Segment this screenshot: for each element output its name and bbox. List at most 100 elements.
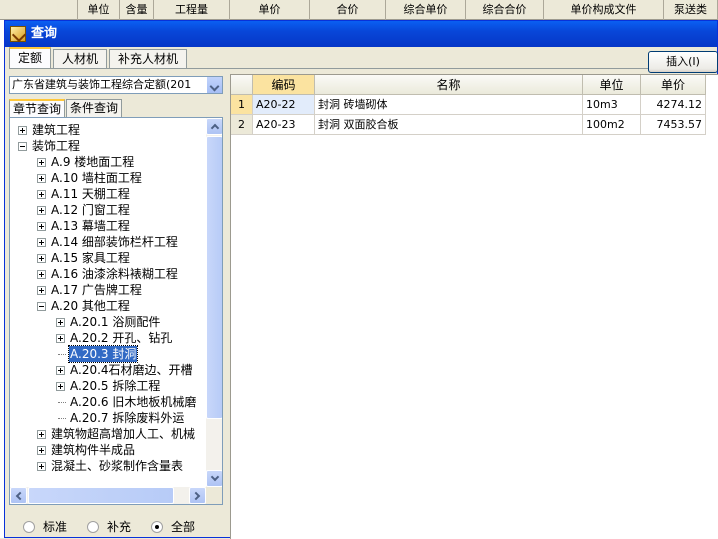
scroll-up-icon[interactable] <box>206 118 222 135</box>
tree-node-label[interactable]: A.20.3 封洞 <box>67 345 139 363</box>
tree-node-label[interactable]: A.17 广告牌工程 <box>50 282 143 298</box>
expand-icon[interactable] <box>37 430 46 439</box>
chevron-down-icon[interactable] <box>206 77 222 93</box>
tree-node-label[interactable]: A.11 天棚工程 <box>50 186 131 202</box>
expand-icon[interactable] <box>37 174 46 183</box>
quota-results-grid: 编码 名称 单位 单价 1 A20-22 封洞 砖墙砌体 10m3 4274.1… <box>230 74 718 539</box>
tree-node-label[interactable]: A.15 家具工程 <box>50 250 131 266</box>
tree-node[interactable]: A.11 天棚工程 <box>10 186 206 202</box>
tree-node[interactable]: A.20.1 浴厕配件 <box>10 314 206 330</box>
tree-node[interactable]: A.15 家具工程 <box>10 250 206 266</box>
tree-node-label[interactable]: 建筑物超高增加人工、机械 <box>50 426 196 442</box>
radio-standard-circle[interactable] <box>23 521 35 533</box>
cell-unit[interactable]: 10m3 <box>583 95 641 115</box>
tab-chapter-query[interactable]: 章节查询 <box>9 99 66 117</box>
expand-icon[interactable] <box>56 382 65 391</box>
tree-node-label[interactable]: A.16 油漆涂料裱糊工程 <box>50 266 179 282</box>
tree-node-label[interactable]: A.20.1 浴厕配件 <box>69 314 161 330</box>
expand-icon[interactable] <box>18 126 27 135</box>
collapse-icon[interactable] <box>18 142 27 151</box>
vertical-scroll-thumb[interactable] <box>206 136 222 419</box>
expand-icon[interactable] <box>37 462 46 471</box>
tree-node[interactable]: A.14 细部装饰栏杆工程 <box>10 234 206 250</box>
col-header-name[interactable]: 名称 <box>315 75 583 95</box>
expand-icon[interactable] <box>56 334 65 343</box>
tree-node[interactable]: A.17 广告牌工程 <box>10 282 206 298</box>
expand-icon[interactable] <box>56 318 65 327</box>
cell-code[interactable]: A20-23 <box>253 115 315 135</box>
tree-node[interactable]: A.12 门窗工程 <box>10 202 206 218</box>
horizontal-scroll-thumb[interactable] <box>28 487 174 504</box>
expand-icon[interactable] <box>37 190 46 199</box>
cell-price[interactable]: 7453.57 <box>641 115 706 135</box>
tree-node[interactable]: A.20.7 拆除废料外运 <box>10 410 206 426</box>
tree-node[interactable]: A.10 墙柱面工程 <box>10 170 206 186</box>
expand-icon[interactable] <box>37 222 46 231</box>
col-header-code[interactable]: 编码 <box>253 75 315 95</box>
cell-name[interactable]: 封洞 双面胶合板 <box>315 115 583 135</box>
tree-node[interactable]: A.20 其他工程 <box>10 298 206 314</box>
expand-icon[interactable] <box>37 206 46 215</box>
table-row[interactable]: 2 A20-23 封洞 双面胶合板 100m2 7453.57 <box>231 115 706 135</box>
tree-node-label[interactable]: A.9 楼地面工程 <box>50 154 135 170</box>
collapse-icon[interactable] <box>37 302 46 311</box>
tree-node[interactable]: A.13 幕墙工程 <box>10 218 206 234</box>
tree-node-label[interactable]: A.20 其他工程 <box>50 298 131 314</box>
cell-unit[interactable]: 100m2 <box>583 115 641 135</box>
tree-node-label[interactable]: 混凝土、砂浆制作含量表 <box>50 458 184 474</box>
tree-node-label[interactable]: A.13 幕墙工程 <box>50 218 131 234</box>
tree-node-label[interactable]: 建筑工程 <box>31 122 81 138</box>
tree-node[interactable]: A.16 油漆涂料裱糊工程 <box>10 266 206 282</box>
insert-button[interactable]: 插入(I) <box>648 51 718 73</box>
tree-node[interactable]: A.9 楼地面工程 <box>10 154 206 170</box>
tree-node-label[interactable]: A.20.7 拆除废料外运 <box>69 410 185 426</box>
radio-supplementary-circle[interactable] <box>87 521 99 533</box>
tree-node-label[interactable]: A.10 墙柱面工程 <box>50 170 143 186</box>
tree-node-label[interactable]: 装饰工程 <box>31 138 81 154</box>
cell-code[interactable]: A20-22 <box>253 95 315 115</box>
tree-node[interactable]: A.20.3 封洞 <box>10 345 206 363</box>
dialog-titlebar[interactable]: 查询 <box>5 21 717 47</box>
tree-node-label[interactable]: A.14 细部装饰栏杆工程 <box>50 234 179 250</box>
tree-node[interactable]: A.20.5 拆除工程 <box>10 378 206 394</box>
tree-node[interactable]: A.20.6 旧木地板机械磨 <box>10 394 206 410</box>
table-row[interactable]: 1 A20-22 封洞 砖墙砌体 10m3 4274.12 <box>231 95 706 115</box>
expand-icon[interactable] <box>37 158 46 167</box>
tree-node-label[interactable]: A.20.2 开孔、钻孔 <box>69 330 173 346</box>
tree-node[interactable]: 建筑构件半成品 <box>10 442 206 458</box>
scroll-right-icon[interactable] <box>189 487 206 504</box>
expand-icon[interactable] <box>37 254 46 263</box>
radio-all-circle[interactable] <box>151 521 163 533</box>
tree-node[interactable]: 装饰工程 <box>10 138 206 154</box>
expand-icon[interactable] <box>37 238 46 247</box>
expand-icon[interactable] <box>37 270 46 279</box>
tree-node[interactable]: A.20.2 开孔、钻孔 <box>10 330 206 346</box>
tree-node-label[interactable]: A.12 门窗工程 <box>50 202 131 218</box>
cell-price[interactable]: 4274.12 <box>641 95 706 115</box>
tree-node-label[interactable]: 建筑构件半成品 <box>50 442 136 458</box>
row-number[interactable]: 2 <box>231 115 253 135</box>
tree-node-label[interactable]: A.20.5 拆除工程 <box>69 378 161 394</box>
quota-library-select[interactable]: 广东省建筑与装饰工程综合定额(201 <box>9 76 223 94</box>
expand-icon[interactable] <box>37 446 46 455</box>
tree-node[interactable]: 建筑工程 <box>10 122 206 138</box>
tree-node[interactable]: 混凝土、砂浆制作含量表 <box>10 458 206 474</box>
tree-node-label[interactable]: A.20.4石材磨边、开槽 <box>69 362 194 378</box>
tab-supplementary-labor-material-machine[interactable]: 补充人材机 <box>109 49 188 69</box>
tree-horizontal-scrollbar[interactable] <box>10 487 206 504</box>
col-header-unit[interactable]: 单位 <box>583 75 641 95</box>
row-number[interactable]: 1 <box>231 95 253 115</box>
col-header-price[interactable]: 单价 <box>641 75 706 95</box>
tab-quota[interactable]: 定额 <box>9 47 52 69</box>
tree-node-label[interactable]: A.20.6 旧木地板机械磨 <box>69 394 197 410</box>
tab-condition-query[interactable]: 条件查询 <box>66 99 123 117</box>
cell-name[interactable]: 封洞 砖墙砌体 <box>315 95 583 115</box>
scroll-down-icon[interactable] <box>206 470 222 487</box>
tab-labor-material-machine[interactable]: 人材机 <box>53 49 108 69</box>
tree-node[interactable]: A.20.4石材磨边、开槽 <box>10 362 206 378</box>
tree-vertical-scrollbar[interactable] <box>206 118 222 487</box>
expand-icon[interactable] <box>37 286 46 295</box>
tree-node[interactable]: 建筑物超高增加人工、机械 <box>10 426 206 442</box>
scroll-left-icon[interactable] <box>10 487 27 504</box>
expand-icon[interactable] <box>56 366 65 375</box>
